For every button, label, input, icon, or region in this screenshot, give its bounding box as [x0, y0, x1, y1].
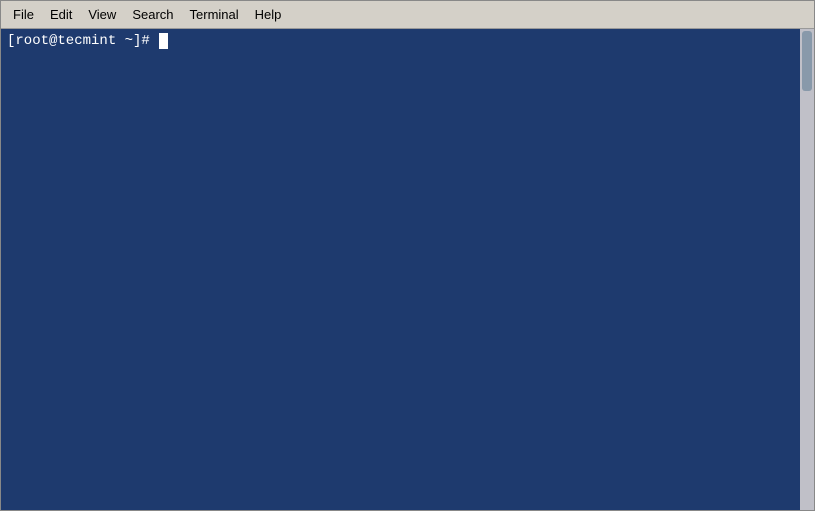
- terminal-prompt: [root@tecmint ~]#: [7, 33, 158, 49]
- menu-file[interactable]: File: [5, 4, 42, 25]
- menu-help[interactable]: Help: [247, 4, 290, 25]
- menu-view[interactable]: View: [80, 4, 124, 25]
- terminal-window: File Edit View Search Terminal Help [roo…: [0, 0, 815, 511]
- menubar: File Edit View Search Terminal Help: [1, 1, 814, 29]
- menu-edit[interactable]: Edit: [42, 4, 80, 25]
- scrollbar-thumb[interactable]: [802, 31, 812, 91]
- terminal-body[interactable]: [root@tecmint ~]#: [1, 29, 814, 510]
- scrollbar[interactable]: [800, 29, 814, 510]
- menu-search[interactable]: Search: [124, 4, 181, 25]
- terminal-cursor: [159, 33, 168, 49]
- terminal-prompt-line: [root@tecmint ~]#: [7, 33, 808, 49]
- menu-terminal[interactable]: Terminal: [182, 4, 247, 25]
